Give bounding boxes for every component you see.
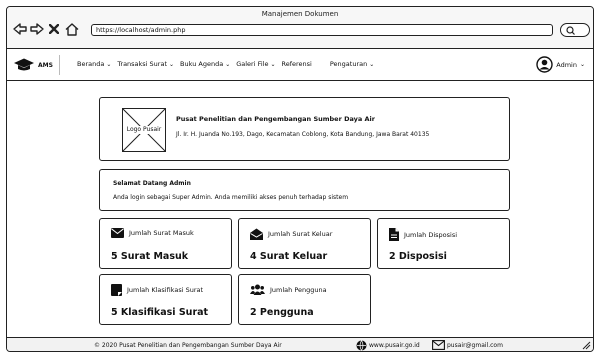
stat-card-disposisi[interactable]: Jumlah Disposisi 2 Disposisi [377,218,510,269]
chevron-down-icon: ⌄ [106,60,112,68]
url-bar[interactable]: https://localhost/admin.php [91,24,553,36]
user-menu[interactable]: Admin ⌄ [536,56,585,73]
window-title: Manajemen Dokumen [261,10,339,18]
menu-label: Transaksi Surat [117,60,168,68]
stat-header: Jumlah Disposisi [389,228,457,241]
stat-value: 2 Pengguna [250,307,314,318]
stat-header: Jumlah Surat Keluar [250,228,332,240]
graduation-cap-icon [14,58,34,71]
organization-address: Jl. Ir. H. Juanda No.193, Dago, Kecamata… [176,131,430,138]
organization-logo: Logo Pusair [122,108,166,152]
page-footer: © 2020 Pusat Penelitian dan Pengembangan… [7,337,593,351]
envelope-icon [111,228,124,238]
menu-galeri-file[interactable]: Galeri File ⌄ [236,60,275,68]
user-avatar-icon [536,56,553,73]
stat-header: Jumlah Pengguna [250,284,327,295]
menu-label: Buku Agenda [180,60,224,68]
menu-buku-agenda[interactable]: Buku Agenda ⌄ [180,60,230,68]
app-navbar: AMS Beranda ⌄ Transaksi Surat ⌄ Buku Age… [7,49,593,81]
chevron-down-icon: ⌄ [169,60,175,68]
stat-card-klasifikasi-surat[interactable]: Jumlah Klasifikasi Surat 5 Klasifikasi S… [99,274,232,325]
user-name: Admin [556,60,577,69]
resize-handle-icon[interactable] [582,341,591,350]
back-icon[interactable] [13,22,27,36]
browser-search[interactable] [560,23,590,37]
menu-beranda[interactable]: Beranda ⌄ [77,60,111,68]
search-icon [566,26,575,35]
stat-card-pengguna[interactable]: Jumlah Pengguna 2 Pengguna [238,274,371,325]
menu-transaksi-surat[interactable]: Transaksi Surat ⌄ [117,60,174,68]
website-link[interactable]: www.pusair.go.id [356,340,420,351]
chevron-down-icon: ⌄ [225,60,231,68]
stat-value: 5 Klasifikasi Surat [111,307,209,318]
menu-label: Galeri File [236,60,269,68]
stat-card-surat-keluar[interactable]: Jumlah Surat Keluar 4 Surat Keluar [238,218,371,269]
chevron-down-icon: ⌄ [369,60,375,68]
file-icon [389,228,399,241]
stat-value: 5 Surat Masuk [111,251,189,262]
stat-value: 2 Disposisi [389,251,447,262]
chevron-down-icon: ⌄ [579,61,585,68]
browser-chrome: Manajemen Dokumen https://localhost/admi… [7,7,593,49]
menu-label: Referensi [281,60,312,68]
stat-value: 4 Surat Keluar [250,251,328,262]
stat-label: Jumlah Klasifikasi Surat [127,286,204,294]
users-icon [250,284,265,295]
main-menu: Beranda ⌄ Transaksi Surat ⌄ Buku Agenda … [77,60,374,68]
menu-pengaturan[interactable]: Pengaturan ⌄ [330,60,374,68]
stat-card-surat-masuk[interactable]: Jumlah Surat Masuk 5 Surat Masuk [99,218,232,269]
stat-label: Jumlah Pengguna [270,285,327,294]
stat-label: Jumlah Surat Masuk [129,229,194,237]
menu-label: Beranda [77,60,105,68]
stat-header: Jumlah Klasifikasi Surat [111,284,203,296]
email-link[interactable]: pusair@gmail.com [432,340,503,350]
forward-icon[interactable] [30,22,44,36]
menu-label: Pengaturan [329,60,368,68]
envelope-open-icon [250,228,263,240]
stat-header: Jumlah Surat Masuk [111,228,194,238]
main-content: Logo Pusair Pusat Penelitian dan Pengemb… [7,81,593,335]
stat-label: Jumlah Disposisi [404,230,458,239]
browser-window: Manajemen Dokumen https://localhost/admi… [6,6,594,352]
brand-name: AMS [38,61,53,69]
welcome-title: Selamat Datang Admin [113,180,191,187]
organization-card: Logo Pusair Pusat Penelitian dan Pengemb… [99,97,510,161]
close-icon[interactable] [48,22,60,36]
logo-label: Logo Pusair [124,126,164,134]
chevron-down-icon: ⌄ [270,60,276,68]
welcome-text: Anda login sebagai Super Admin. Anda mem… [113,194,349,201]
clipboard-icon [111,284,122,296]
website-text: www.pusair.go.id [369,342,420,349]
home-icon[interactable] [65,22,79,36]
organization-name: Pusat Penelitian dan Pengembangan Sumber… [176,115,375,123]
email-text: pusair@gmail.com [447,341,503,349]
brand-logo[interactable]: AMS [13,55,60,75]
welcome-card: Selamat Datang Admin Anda login sebagai … [99,169,510,211]
stat-label: Jumlah Surat Keluar [268,230,333,238]
mail-icon [432,340,445,350]
globe-icon [356,340,367,351]
copyright-text: © 2020 Pusat Penelitian dan Pengembangan… [94,342,282,349]
menu-referensi[interactable]: Referensi [282,60,312,68]
